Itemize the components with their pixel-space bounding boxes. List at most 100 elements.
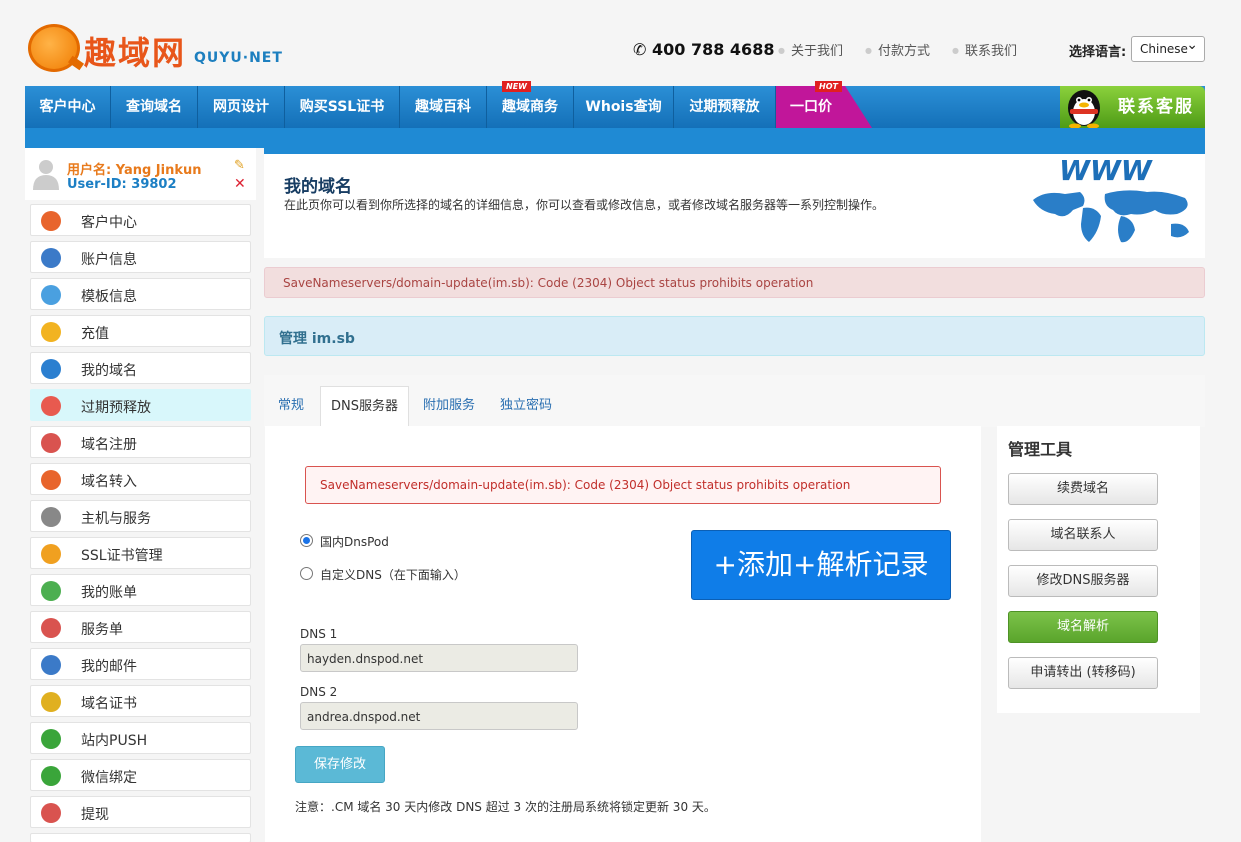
save-button[interactable]: 保存修改 (295, 746, 385, 783)
sidebar-item-label: 充值 (81, 326, 109, 342)
push-icon (41, 729, 61, 749)
edit-pencil-icon[interactable]: ✎ (234, 158, 245, 173)
logo-text-en: QUYU·NET (194, 50, 283, 66)
tab-bar: 常规 DNS服务器 附加服务 独立密码 (264, 375, 1205, 427)
sidebar-item[interactable]: 提现 (30, 796, 251, 828)
nav-wiki[interactable]: 趣域百科 (400, 86, 487, 128)
sidebar-item[interactable]: 过期预释放 (30, 389, 251, 421)
sidebar-item[interactable]: 域名转入 (30, 463, 251, 495)
sidebar-item[interactable]: 我的账单 (30, 574, 251, 606)
cart-icon (41, 433, 61, 453)
sidebar-item-label: 客户中心 (81, 215, 137, 231)
svg-text:WWW: WWW (1059, 154, 1153, 187)
link-contact[interactable]: 联系我们 (952, 40, 1017, 59)
sidebar-item[interactable]: 主机与服务 (30, 500, 251, 532)
top-links: 关于我们 付款方式 联系我们 (778, 40, 1017, 59)
home-icon (41, 211, 61, 231)
phone-icon: ✆ (633, 40, 647, 59)
nav-buy-ssl[interactable]: 购买SSL证书 (285, 86, 400, 128)
coin-icon (41, 322, 61, 342)
sidebar-item-label: SSL证书管理 (81, 548, 163, 564)
template-icon (41, 285, 61, 305)
cm-notice: 注意：.CM 域名 30 天内修改 DNS 超过 3 次的注册局系统将锁定更新 … (295, 800, 716, 814)
nav-business[interactable]: 趣域商务 (487, 86, 574, 128)
penguin-icon (1068, 90, 1100, 128)
sidebar-item-label: 模板信息 (81, 289, 137, 305)
dns1-label: DNS 1 (300, 627, 338, 641)
page-title: 我的域名 (284, 177, 352, 197)
radio-dnspod-label: 国内DnsPod (320, 535, 389, 549)
dns2-input[interactable]: andrea.dnspod.net (300, 702, 578, 730)
sidebar-item[interactable]: 模板信息 (30, 278, 251, 310)
sidebar-item-label: 主机与服务 (81, 511, 151, 527)
transfer-out-button[interactable]: 申请转出 (转移码) (1008, 657, 1158, 689)
dns1-input[interactable]: hayden.dnspod.net (300, 644, 578, 672)
radio-checked-icon[interactable] (300, 534, 313, 547)
radio-unchecked-icon[interactable] (300, 567, 313, 580)
new-badge: NEW (502, 81, 531, 92)
nav-expiring[interactable]: 过期预释放 (674, 86, 776, 128)
tab-dns-servers[interactable]: DNS服务器 (320, 386, 409, 426)
nav-customer-center[interactable]: 客户中心 (25, 86, 111, 128)
sidebar-item[interactable]: SSL证书管理 (30, 537, 251, 569)
sidebar-item-partial[interactable] (30, 833, 251, 842)
logo-q-icon (28, 24, 80, 72)
close-icon[interactable]: ✕ (234, 176, 246, 192)
user-id: User-ID: 39802 (67, 177, 177, 192)
sidebar-item-label: 服务单 (81, 622, 123, 638)
sidebar-item-label: 域名注册 (81, 437, 137, 453)
www-globe-icon: WWW (1033, 154, 1189, 243)
sidebar-item[interactable]: 账户信息 (30, 241, 251, 273)
transfer-icon (41, 470, 61, 490)
sidebar-item[interactable]: 服务单 (30, 611, 251, 643)
error-alert-top: SaveNameservers/domain-update(im.sb): Co… (264, 267, 1205, 298)
radio-custom-label: 自定义DNS（在下面输入） (320, 568, 466, 582)
domain-contacts-button[interactable]: 域名联系人 (1008, 519, 1158, 551)
dns2-label: DNS 2 (300, 685, 338, 699)
language-label: 选择语言: (1069, 45, 1127, 60)
sidebar-item-label: 我的邮件 (81, 659, 137, 675)
link-payment[interactable]: 付款方式 (865, 40, 930, 59)
bill-icon (41, 581, 61, 601)
sidebar-item-label: 过期预释放 (81, 400, 151, 416)
server-icon (41, 507, 61, 527)
management-tools: 管理工具 续费域名 域名联系人 修改DNS服务器 域名解析 申请转出 (转移码) (997, 426, 1200, 713)
sidebar-item[interactable]: 域名注册 (30, 426, 251, 458)
user-box: 用户名: Yang Jinkun User-ID: 39802 ✎ ✕ (25, 148, 256, 200)
site-logo[interactable]: 趣域网 QUYU·NET (28, 22, 288, 76)
user-icon (41, 248, 61, 268)
add-dns-record-button[interactable]: +添加+解析记录 (691, 530, 951, 600)
ssl-icon (41, 544, 61, 564)
sidebar-item-label: 我的账单 (81, 585, 137, 601)
tab-password[interactable]: 独立密码 (490, 386, 562, 426)
wechat-icon (41, 766, 61, 786)
nav-query-domain[interactable]: 查询域名 (111, 86, 198, 128)
avatar-icon (33, 160, 59, 190)
list-icon (41, 396, 61, 416)
sidebar-item-label: 提现 (81, 807, 109, 823)
sidebar-item-label: 站内PUSH (81, 733, 148, 749)
modify-dns-button[interactable]: 修改DNS服务器 (1008, 565, 1158, 597)
sidebar-item[interactable]: 域名证书 (30, 685, 251, 717)
tab-addon-services[interactable]: 附加服务 (413, 386, 485, 426)
globe-icon (41, 359, 61, 379)
sidebar-item[interactable]: 客户中心 (30, 204, 251, 236)
nav-whois[interactable]: Whois查询 (574, 86, 674, 128)
domain-resolve-button[interactable]: 域名解析 (1008, 611, 1158, 643)
language-select[interactable]: Chinese (1131, 36, 1205, 62)
sidebar-item[interactable]: 充值 (30, 315, 251, 347)
link-about[interactable]: 关于我们 (778, 40, 843, 59)
sidebar-item[interactable]: 站内PUSH (30, 722, 251, 754)
page-description: 在此页你可以看到你所选择的域名的详细信息，你可以查看或修改信息，或者修改域名服务… (284, 198, 885, 212)
sidebar-item[interactable]: 我的域名 (30, 352, 251, 384)
certificate-icon (41, 692, 61, 712)
sidebar-item-label: 微信绑定 (81, 770, 137, 786)
sidebar-item[interactable]: 微信绑定 (30, 759, 251, 791)
nav-web-design[interactable]: 网页设计 (198, 86, 285, 128)
renew-domain-button[interactable]: 续费域名 (1008, 473, 1158, 505)
tab-general[interactable]: 常规 (268, 386, 314, 426)
main-nav: 客户中心 查询域名 网页设计 购买SSL证书 趣域百科 趣域商务 Whois查询… (25, 86, 1205, 128)
sidebar-item[interactable]: 我的邮件 (30, 648, 251, 680)
sidebar-item-label: 域名证书 (81, 696, 137, 712)
tools-title: 管理工具 (1008, 440, 1073, 459)
